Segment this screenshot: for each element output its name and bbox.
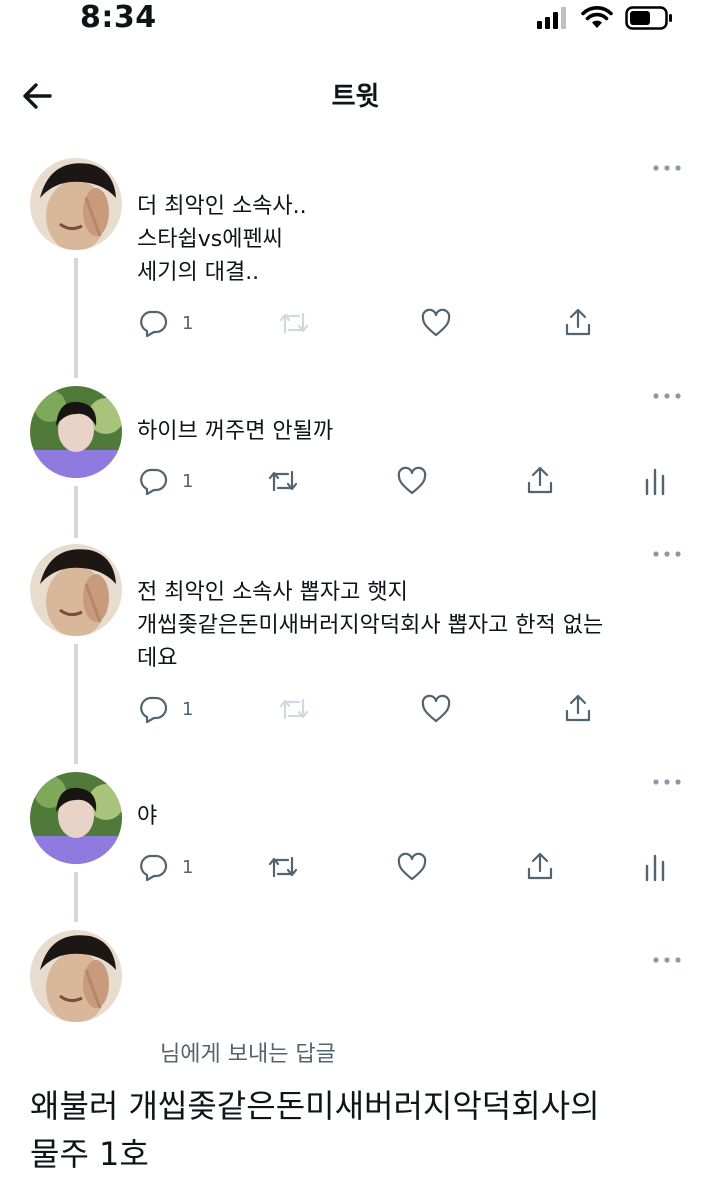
reply-icon <box>140 310 168 338</box>
tweet-text: 더 최악인 소속사.. 스타쉽vs에펜씨 세기의 대결.. <box>137 194 307 285</box>
reply-button[interactable]: 1 <box>138 466 193 496</box>
heart-icon <box>397 852 427 881</box>
thread-line <box>74 258 78 378</box>
share-button[interactable] <box>563 306 593 338</box>
heart-icon <box>421 694 451 723</box>
user-photo-b <box>30 772 122 864</box>
avatar[interactable] <box>30 930 122 1022</box>
retweet-button <box>277 308 311 338</box>
avatar[interactable] <box>30 772 122 864</box>
like-button[interactable] <box>420 308 452 338</box>
more-options-icon[interactable] <box>652 163 682 173</box>
analytics-button[interactable] <box>644 852 666 882</box>
analytics-icon <box>645 468 665 496</box>
reply-icon <box>140 696 168 724</box>
share-button[interactable] <box>525 464 555 496</box>
more-options-icon[interactable] <box>652 777 682 787</box>
reply-count: 1 <box>182 312 194 334</box>
battery-icon <box>625 6 672 30</box>
thread-line <box>74 486 78 538</box>
user-photo-a <box>30 930 122 1022</box>
cellular-signal-icon <box>537 7 566 29</box>
main-tweet-text: 왜불러 개씹좆같은돈미새버러지악덕회사의 물주 1호 <box>30 1087 600 1173</box>
avatar[interactable] <box>30 386 122 478</box>
reply-button[interactable]: 1 <box>138 694 193 724</box>
share-icon <box>565 308 591 336</box>
wifi-icon <box>581 6 613 28</box>
retweet-icon <box>279 698 309 720</box>
status-icons <box>537 6 673 30</box>
share-button[interactable] <box>563 692 593 724</box>
user-photo-a <box>30 544 122 636</box>
page-title: 트윗 <box>331 82 380 112</box>
retweet-icon <box>279 312 309 334</box>
analytics-icon <box>645 854 665 882</box>
share-icon <box>527 466 553 494</box>
more-options-icon[interactable] <box>652 391 682 401</box>
more-options-icon[interactable] <box>652 955 682 965</box>
user-photo-a <box>30 158 122 250</box>
reply-count: 1 <box>182 470 194 492</box>
tweet-text: 전 최악인 소속사 뽑자고 햇지 개씹좆같은돈미새버러지악덕회사 뽑자고 한적 … <box>137 580 604 671</box>
reply-count: 1 <box>182 698 194 720</box>
reply-count: 1 <box>182 856 194 878</box>
share-icon <box>527 852 553 880</box>
thread-line <box>74 872 78 922</box>
tweet-text: 야 <box>137 804 158 829</box>
status-time: 8:34 <box>80 0 157 35</box>
heart-icon <box>397 466 427 495</box>
avatar[interactable] <box>30 544 122 636</box>
tweet-text: 하이브 꺼주면 안될까 <box>137 419 334 444</box>
more-options-icon[interactable] <box>652 549 682 559</box>
retweet-icon <box>268 856 298 878</box>
share-icon <box>565 694 591 722</box>
reply-icon <box>140 468 168 496</box>
retweet-icon <box>268 470 298 492</box>
retweet-button[interactable] <box>266 852 300 882</box>
like-button[interactable] <box>396 466 428 496</box>
thread-line <box>74 644 78 764</box>
avatar[interactable] <box>30 158 122 250</box>
like-button[interactable] <box>396 852 428 882</box>
replying-to-label: 님에게 보내는 답글 <box>160 1042 336 1067</box>
reply-button[interactable]: 1 <box>138 852 193 882</box>
heart-icon <box>421 308 451 337</box>
analytics-button[interactable] <box>644 466 666 496</box>
retweet-button[interactable] <box>266 466 300 496</box>
user-photo-b <box>30 386 122 478</box>
reply-button[interactable]: 1 <box>138 308 193 338</box>
retweet-button <box>277 694 311 724</box>
reply-icon <box>140 854 168 882</box>
like-button[interactable] <box>420 694 452 724</box>
share-button[interactable] <box>525 850 555 882</box>
